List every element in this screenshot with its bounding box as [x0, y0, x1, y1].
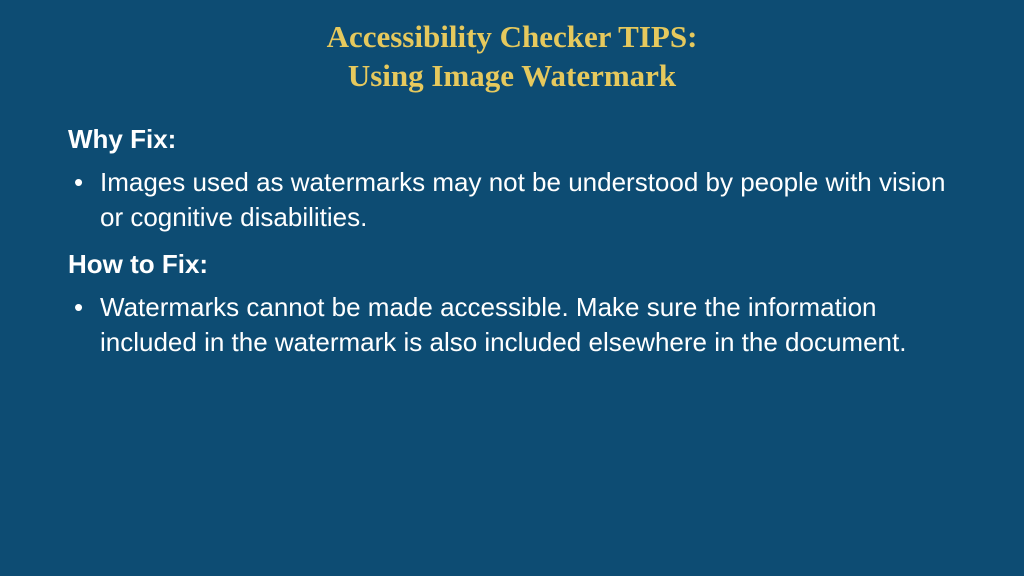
- bullet-item: Watermarks cannot be made accessible. Ma…: [68, 290, 964, 360]
- slide-title-block: Accessibility Checker TIPS: Using Image …: [60, 18, 964, 96]
- section-heading-how-to-fix: How to Fix:: [68, 249, 964, 280]
- slide-title-line1: Accessibility Checker TIPS:: [60, 18, 964, 57]
- bullet-item: Images used as watermarks may not be und…: [68, 165, 964, 235]
- slide-title-line2: Using Image Watermark: [60, 57, 964, 96]
- slide-content: Why Fix: Images used as watermarks may n…: [60, 124, 964, 360]
- bullet-list-how-to-fix: Watermarks cannot be made accessible. Ma…: [68, 290, 964, 360]
- bullet-list-why-fix: Images used as watermarks may not be und…: [68, 165, 964, 235]
- slide-container: Accessibility Checker TIPS: Using Image …: [0, 0, 1024, 576]
- section-heading-why-fix: Why Fix:: [68, 124, 964, 155]
